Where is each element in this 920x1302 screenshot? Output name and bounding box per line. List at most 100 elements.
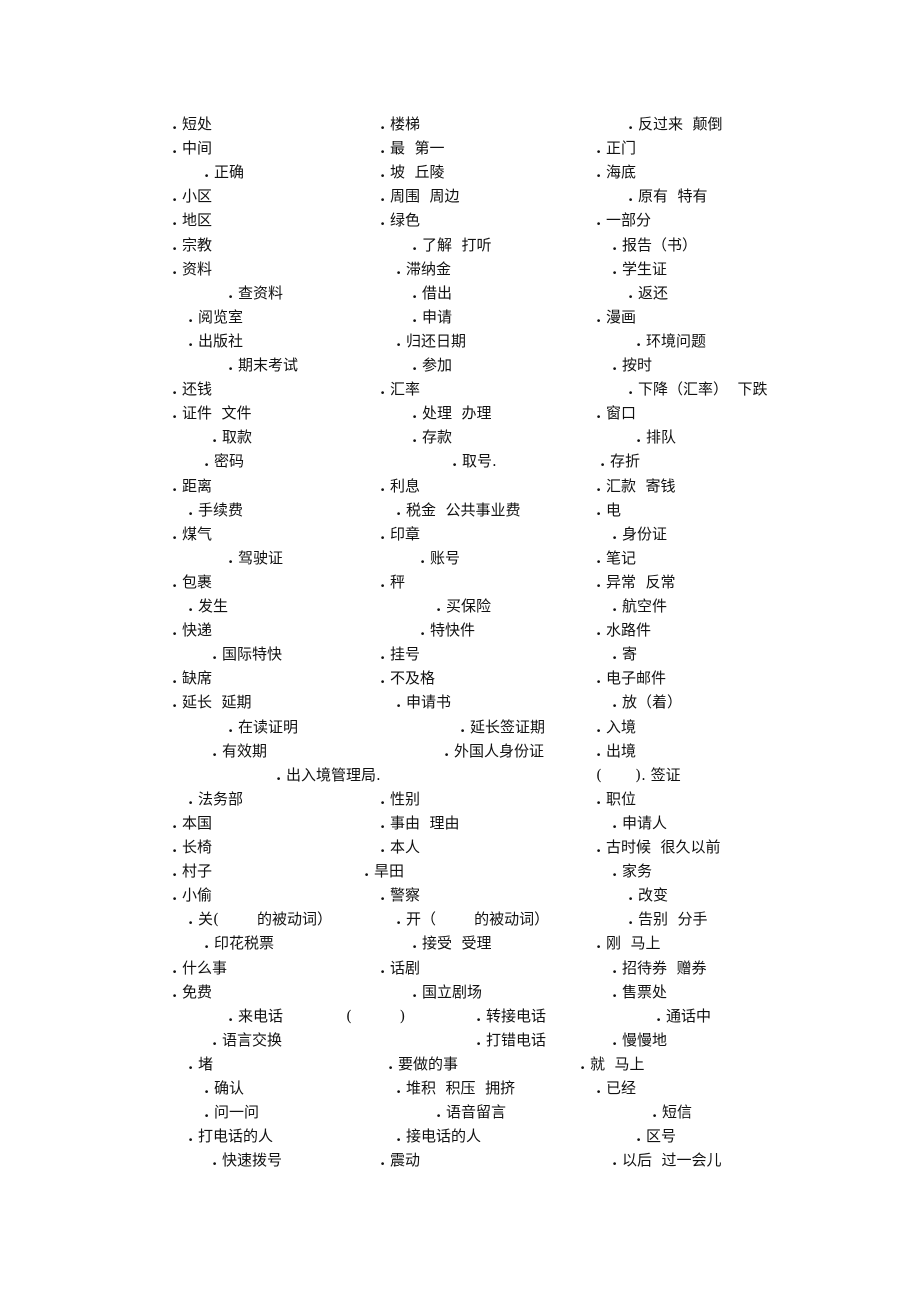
bullet-dot: .	[172, 983, 178, 1001]
bullet-dot: .	[380, 573, 386, 591]
vocab-text: 秤	[390, 573, 406, 591]
bullet-dot: .	[396, 501, 402, 519]
vocab-entry: . 绿色	[380, 210, 420, 230]
vocab-text: 改变	[638, 886, 669, 904]
vocab-entry: . 环境问题	[636, 331, 706, 351]
vocab-text: 中间	[182, 139, 213, 157]
vocab-entry: . 问一问	[204, 1102, 259, 1122]
bullet-dot: .	[380, 477, 386, 495]
vocab-entry: . 印花税票	[204, 933, 274, 953]
bullet-dot: .	[596, 549, 602, 567]
bullet-dot: .	[172, 886, 178, 904]
vocab-text: 绿色	[390, 211, 421, 229]
vocab-text: 水路件	[606, 621, 652, 639]
document-page: . 短处. 楼梯. 反过来 颠倒. 中间. 最 第一. 正门. 正确. 坡 丘陵. 海底. 小区. 周…	[0, 0, 920, 1302]
bullet-dot: .	[580, 1055, 586, 1073]
vocab-text: 话剧	[390, 959, 421, 977]
vocab-text: 航空件	[622, 597, 668, 615]
bullet-dot: .	[396, 332, 402, 350]
bullet-dot: .	[596, 934, 602, 952]
vocab-text: 期末考试	[238, 356, 299, 374]
vocab-text: 通话中	[666, 1007, 712, 1025]
vocab-entry: . 法务部	[188, 789, 243, 809]
vocab-entry: . 证件 文件	[172, 403, 252, 423]
vocab-entry: . 申请书	[396, 692, 451, 712]
vocab-entry: . 旱田	[364, 861, 404, 881]
vocab-text: 滞纳金	[406, 260, 452, 278]
bullet-dot: .	[212, 742, 218, 760]
vocab-entry: . 缺席	[172, 668, 212, 688]
vocab-text: 小区	[182, 187, 213, 205]
vocab-text: 特快件	[430, 621, 476, 639]
bullet-dot: .	[380, 380, 386, 398]
vocab-entry: . 申请人	[612, 813, 667, 833]
vocab-entry: . 参加	[412, 355, 452, 375]
vocab-text: 按时	[622, 356, 653, 374]
vocab-entry: . 语音留言	[436, 1102, 506, 1122]
vocab-entry: . 在读证明	[228, 717, 298, 737]
vocab-entry: . 改变	[628, 885, 668, 905]
bullet-dot: .	[228, 1007, 234, 1025]
vocab-text: 有效期	[222, 742, 268, 760]
vocab-text: 电子邮件	[606, 669, 667, 687]
vocab-entry: .堵	[188, 1054, 213, 1074]
bullet-dot: .	[380, 959, 386, 977]
vocab-text: 出境	[606, 742, 637, 760]
vocab-entry: . 汇款 寄钱	[596, 476, 676, 496]
vocab-entry: . 国立剧场	[412, 982, 482, 1002]
vocab-text: 账号	[430, 549, 461, 567]
vocab-entry: . 滞纳金	[396, 259, 451, 279]
vocab-entry: . 利息	[380, 476, 420, 496]
vocab-text: 海底	[606, 163, 637, 181]
vocab-entry: . 查资料	[228, 283, 283, 303]
vocab-text: 驾驶证	[238, 549, 284, 567]
vocab-text: 开（ 的被动词）	[406, 910, 550, 928]
vocab-text: 了解 打听	[422, 236, 492, 254]
bullet-dot: .	[412, 934, 418, 952]
bullet-dot: .	[204, 934, 210, 952]
vocab-text: 挂号	[390, 645, 421, 663]
vocab-text: 电	[606, 501, 622, 519]
vocab-text: 放（着）	[622, 693, 683, 711]
bullet-dot: .	[172, 187, 178, 205]
vocab-entry: . 阅览室	[188, 307, 243, 327]
vocab-entry: . 开（ 的被动词）	[396, 909, 549, 929]
vocab-text: 家务	[622, 862, 653, 880]
vocab-entry: . 关( 的被动词）	[188, 909, 332, 929]
vocab-text: 打错电话	[486, 1031, 547, 1049]
vocab-text: 区号	[646, 1127, 677, 1145]
vocab-text: 买保险	[446, 597, 492, 615]
vocab-entry: . 区号	[636, 1126, 676, 1146]
vocab-text: 震动	[390, 1151, 421, 1169]
bullet-dot: .	[188, 308, 194, 326]
bullet-dot: .	[380, 886, 386, 904]
vocab-entry: . 地区	[172, 210, 212, 230]
vocab-entry: . 了解 打听	[412, 235, 492, 255]
vocab-entry: . 震动	[380, 1150, 420, 1170]
vocab-entry: . 密码	[204, 451, 244, 471]
vocab-text: 税金 公共事业费	[406, 501, 521, 519]
vocab-text: 存折	[610, 452, 641, 470]
bullet-dot: .	[596, 718, 602, 736]
bullet-dot: .	[172, 959, 178, 977]
vocab-entry: . 处理 办理	[412, 403, 492, 423]
vocab-text: 国立剧场	[422, 983, 483, 1001]
bullet-dot: .	[228, 356, 234, 374]
vocab-text: 问一问	[214, 1103, 260, 1121]
vocab-text: 村子	[182, 862, 213, 880]
vocab-entry: . 小偷	[172, 885, 212, 905]
vocab-text: 售票处	[622, 983, 668, 1001]
vocab-text: 法务部	[198, 790, 244, 808]
vocab-entry: . 有效期	[212, 741, 267, 761]
vocab-entry: . 归还日期	[396, 331, 466, 351]
vocab-text: 楼梯	[390, 115, 421, 133]
vocab-text: 就 马上	[590, 1055, 645, 1073]
vocab-text: 快速拨号	[222, 1151, 283, 1169]
bullet-dot: .	[228, 549, 234, 567]
vocab-entry: . 取款	[212, 427, 252, 447]
vocab-text: 申请	[422, 308, 453, 326]
vocab-entry: . 出版社	[188, 331, 243, 351]
vocab-text: 借出	[422, 284, 453, 302]
vocab-text: 身份证	[622, 525, 668, 543]
vocab-entry: . 快递	[172, 620, 212, 640]
